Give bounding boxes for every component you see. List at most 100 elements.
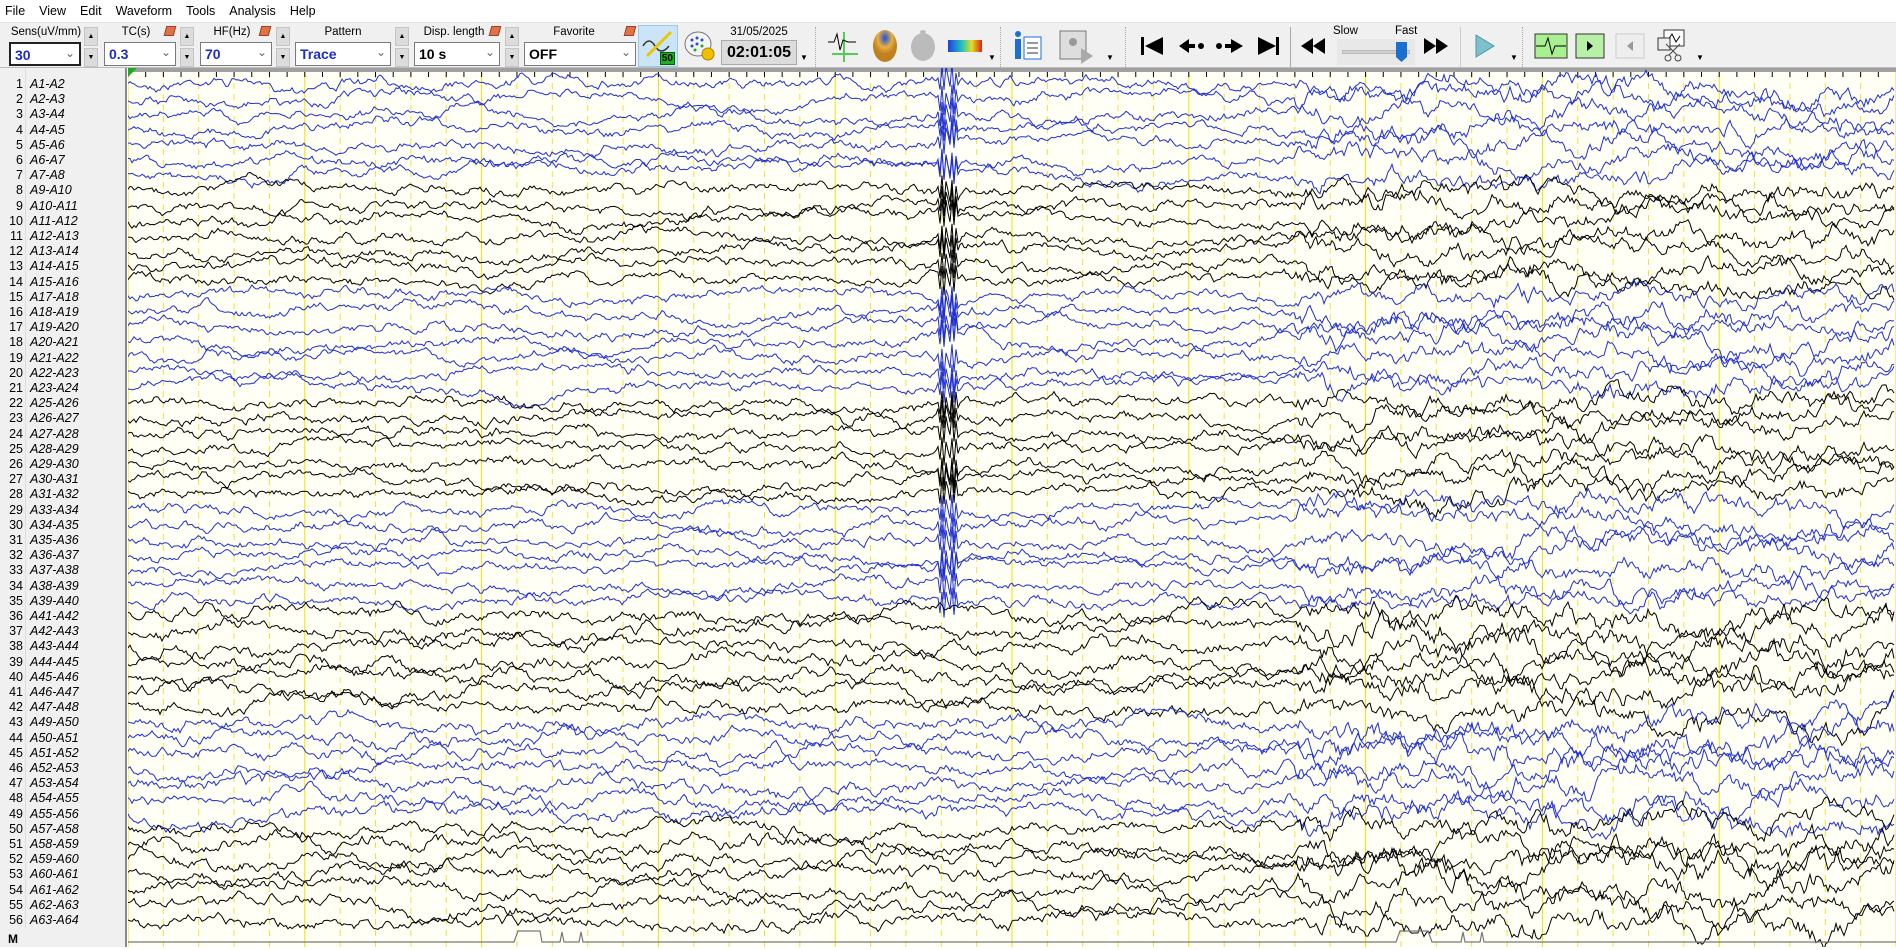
dropdown-arrow-icon[interactable]: ▼ (1106, 53, 1114, 62)
pencil-icon[interactable] (488, 26, 502, 36)
sens-stepper[interactable]: ▲ ▼ (84, 27, 98, 67)
menu-analysis[interactable]: Analysis (229, 4, 276, 18)
dropdown-arrow-icon[interactable]: ▼ (1510, 53, 1518, 62)
channel-label[interactable]: 29 A33-A34 (0, 503, 125, 518)
notch-filter-button[interactable]: 50 (638, 25, 678, 67)
disp-length-stepper[interactable]: ▲ ▼ (505, 27, 519, 67)
channel-label[interactable]: 14 A15-A16 (0, 275, 125, 290)
channel-label[interactable]: 35 A39-A40 (0, 594, 125, 609)
channel-label[interactable]: 4 A4-A5 (0, 123, 125, 138)
menu-edit[interactable]: Edit (80, 4, 102, 18)
channel-label[interactable]: 28 A31-A32 (0, 487, 125, 502)
down-arrow-icon[interactable]: ▼ (395, 48, 409, 67)
channel-label[interactable]: 41 A46-A47 (0, 685, 125, 700)
channel-label[interactable]: 54 A61-A62 (0, 883, 125, 898)
spectrum-button[interactable] (946, 28, 982, 64)
channel-label[interactable]: 33 A37-A38 (0, 563, 125, 578)
menu-tools[interactable]: Tools (186, 4, 215, 18)
pattern-stepper[interactable]: ▲ ▼ (395, 27, 409, 67)
channel-label[interactable]: 30 A34-A35 (0, 518, 125, 533)
eeg-trace-area[interactable] (127, 63, 1896, 950)
slider-thumb[interactable] (1396, 42, 1407, 62)
channel-label[interactable]: 18 A20-A21 (0, 335, 125, 350)
channel-label[interactable]: 1 A1-A2 (0, 77, 125, 92)
dropdown-arrow-icon[interactable]: ▼ (988, 53, 996, 62)
channel-label[interactable]: 10 A11-A12 (0, 214, 125, 229)
up-arrow-icon[interactable]: ▲ (84, 27, 98, 46)
down-arrow-icon[interactable]: ▼ (84, 48, 98, 67)
channel-label[interactable]: 44 A50-A51 (0, 731, 125, 746)
go-to-end-button[interactable] (1252, 28, 1286, 64)
channel-label[interactable]: 24 A27-A28 (0, 427, 125, 442)
tc-select[interactable]: 0.3 ⌄ (104, 42, 176, 66)
channel-label[interactable]: 21 A23-A24 (0, 381, 125, 396)
up-arrow-icon[interactable]: ▲ (505, 27, 519, 46)
channel-label[interactable]: 40 A45-A46 (0, 670, 125, 685)
time-display[interactable]: 02:01:05 (721, 40, 797, 65)
spike-detect-button[interactable] (826, 28, 860, 64)
channel-label[interactable]: 42 A47-A48 (0, 700, 125, 715)
menu-waveform[interactable]: Waveform (116, 4, 173, 18)
down-arrow-icon[interactable]: ▼ (505, 48, 519, 67)
fast-forward-button[interactable] (1420, 28, 1454, 64)
menu-help[interactable]: Help (290, 4, 316, 18)
channel-label[interactable]: 8 A9-A10 (0, 183, 125, 198)
channel-label[interactable]: 15 A17-A18 (0, 290, 125, 305)
mark-next-button[interactable] (1573, 28, 1607, 64)
next-page-button[interactable] (1213, 28, 1247, 64)
channel-label[interactable]: 34 A38-A39 (0, 579, 125, 594)
channel-label[interactable]: 52 A59-A60 (0, 852, 125, 867)
head-3d-button[interactable] (906, 28, 940, 64)
electrode-settings-button[interactable] (683, 28, 717, 64)
channel-label[interactable]: 11 A12-A13 (0, 229, 125, 244)
channel-label[interactable]: 27 A30-A31 (0, 472, 125, 487)
channel-label[interactable]: 25 A28-A29 (0, 442, 125, 457)
brain-map-button[interactable] (868, 28, 902, 64)
down-arrow-icon[interactable]: ▼ (180, 48, 194, 67)
channel-label[interactable]: 49 A55-A56 (0, 807, 125, 822)
channel-label[interactable]: 46 A52-A53 (0, 761, 125, 776)
channel-label[interactable]: 38 A43-A44 (0, 639, 125, 654)
menu-file[interactable]: File (5, 4, 25, 18)
down-arrow-icon[interactable]: ▼ (276, 48, 290, 67)
channel-label[interactable]: 53 A60-A61 (0, 867, 125, 882)
mark-prev-button[interactable] (1613, 28, 1647, 64)
channel-label[interactable]: 22 A25-A26 (0, 396, 125, 411)
channel-label[interactable]: 2 A2-A3 (0, 92, 125, 107)
hf-select[interactable]: 70 ⌄ (200, 42, 272, 66)
playback-speed-slider[interactable] (1337, 39, 1415, 65)
channel-label[interactable]: 47 A53-A54 (0, 776, 125, 791)
hf-stepper[interactable]: ▲ ▼ (276, 27, 290, 67)
channel-label[interactable]: 13 A14-A15 (0, 259, 125, 274)
channel-label[interactable]: 16 A18-A19 (0, 305, 125, 320)
channel-label[interactable]: 6 A6-A7 (0, 153, 125, 168)
favorite-select[interactable]: OFF ⌄ (524, 42, 636, 66)
channel-label[interactable]: 20 A22-A23 (0, 366, 125, 381)
pencil-icon[interactable] (163, 26, 177, 36)
channel-label[interactable]: 5 A5-A6 (0, 138, 125, 153)
pencil-icon[interactable] (623, 26, 637, 36)
pattern-select[interactable]: Trace ⌄ (295, 42, 391, 66)
video-button[interactable] (1057, 28, 1093, 64)
menu-view[interactable]: View (39, 4, 66, 18)
channel-label[interactable]: 51 A58-A59 (0, 837, 125, 852)
channel-label[interactable]: 50 A57-A58 (0, 822, 125, 837)
cut-clip-button[interactable] (1654, 28, 1688, 64)
channel-label[interactable]: 37 A42-A43 (0, 624, 125, 639)
pencil-icon[interactable] (258, 26, 272, 36)
channel-label[interactable]: 17 A19-A20 (0, 320, 125, 335)
channel-label[interactable]: 9 A10-A11 (0, 199, 125, 214)
patient-info-button[interactable] (1010, 28, 1044, 64)
channel-label[interactable]: 7 A7-A8 (0, 168, 125, 183)
dropdown-arrow-icon[interactable]: ▼ (800, 53, 808, 62)
up-arrow-icon[interactable]: ▲ (395, 27, 409, 46)
channel-label[interactable]: 36 A41-A42 (0, 609, 125, 624)
rewind-button[interactable] (1297, 28, 1331, 64)
channel-label[interactable]: 26 A29-A30 (0, 457, 125, 472)
up-arrow-icon[interactable]: ▲ (180, 27, 194, 46)
channel-label[interactable]: 23 A26-A27 (0, 411, 125, 426)
channel-label[interactable]: 31 A35-A36 (0, 533, 125, 548)
channel-label[interactable]: 55 A62-A63 (0, 898, 125, 913)
channel-label[interactable]: 32 A36-A37 (0, 548, 125, 563)
disp-length-select[interactable]: 10 s ⌄ (414, 42, 500, 66)
